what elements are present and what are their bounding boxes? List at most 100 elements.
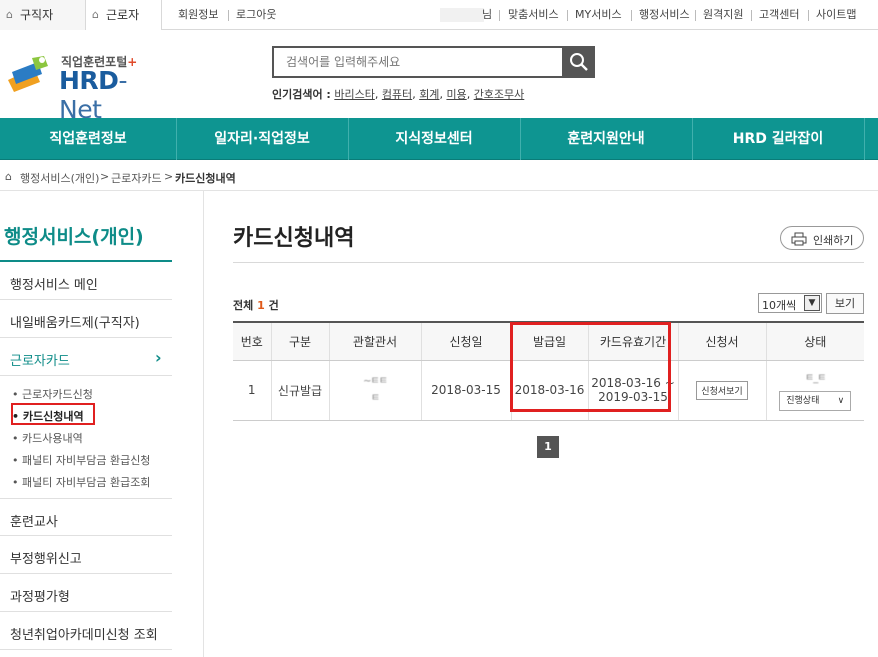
nav-jobs-info[interactable]: 일자리·직업정보 bbox=[176, 118, 348, 160]
status-select-value: 진행상태 bbox=[786, 395, 820, 406]
divider bbox=[631, 10, 632, 21]
subnav-card-apply[interactable]: • 근로자카드신청 bbox=[12, 386, 93, 402]
chevron-down-icon: ∨ bbox=[837, 395, 845, 406]
header-form: 신청서 bbox=[678, 322, 767, 361]
main-navigation: 직업훈련정보 일자리·직업정보 지식정보센터 훈련지원안내 HRD 길라잡이 bbox=[0, 118, 878, 160]
sitemap-link[interactable]: 사이트맵 bbox=[816, 8, 856, 22]
breadcrumb-item[interactable]: 행정서비스(개인) bbox=[20, 170, 99, 186]
search-button[interactable] bbox=[563, 46, 595, 78]
view-button[interactable]: 보기 bbox=[826, 293, 864, 314]
admin-service-link[interactable]: 행정서비스 bbox=[639, 8, 690, 22]
keyword-link[interactable]: 회계 bbox=[419, 88, 439, 101]
keyword-link[interactable]: 컴퓨터 bbox=[382, 88, 412, 101]
page-number[interactable]: 1 bbox=[537, 436, 559, 458]
total-number: 1 bbox=[257, 299, 265, 312]
search-box bbox=[272, 46, 564, 78]
chevron-right-icon: > bbox=[164, 170, 174, 183]
breadcrumb: ⌂ 행정서비스(개인) > 근로자카드 > 카드신청내역 bbox=[0, 161, 878, 191]
keyword-link[interactable]: 미용 bbox=[446, 88, 466, 101]
status-text-redacted: ㅌ_ㅌ bbox=[805, 372, 826, 384]
sidebar-item-label: 청년취업아카데미신청 조회 bbox=[10, 628, 158, 643]
breadcrumb-item[interactable]: 근로자카드 bbox=[111, 170, 162, 186]
nav-hrd-guide[interactable]: HRD 길라잡이 bbox=[692, 118, 864, 160]
office-redacted-line2: ㅌ bbox=[370, 393, 380, 404]
subnav-label: 카드사용내역 bbox=[22, 432, 83, 445]
nav-training-info[interactable]: 직업훈련정보 bbox=[0, 118, 176, 160]
subnav-label: 패널티 자비부담금 환급신청 bbox=[22, 454, 151, 467]
header-no: 번호 bbox=[233, 322, 272, 361]
cell-status: ㅌ_ㅌ 진행상태 ∨ bbox=[766, 360, 864, 421]
divider bbox=[808, 10, 809, 21]
sidebar-item-worker-card[interactable]: 근로자카드 › bbox=[0, 338, 172, 376]
my-service-link[interactable]: MY서비스 bbox=[575, 8, 622, 22]
sidebar-item-fraud-report[interactable]: 부정행위신고 bbox=[0, 536, 172, 574]
tab-worker[interactable]: ⌂ 근로자 bbox=[86, 0, 162, 30]
per-page-value: 10개씩 bbox=[762, 299, 797, 312]
header-apply-date: 신청일 bbox=[421, 322, 512, 361]
logout-link[interactable]: 로그아웃 bbox=[236, 8, 276, 22]
custom-service-link[interactable]: 맞춤서비스 bbox=[508, 8, 559, 22]
divider bbox=[499, 10, 500, 21]
tab-worker-label: 근로자 bbox=[106, 8, 140, 22]
header-status: 상태 bbox=[766, 322, 864, 361]
breadcrumb-current: 카드신청내역 bbox=[175, 172, 236, 185]
cell-apply-date: 2018-03-15 bbox=[421, 360, 512, 421]
divider bbox=[233, 262, 864, 263]
name-suffix: 님 bbox=[482, 8, 493, 21]
divider bbox=[695, 10, 696, 21]
sidebar-item-label: 내일배움카드제(구직자) bbox=[10, 316, 140, 331]
sidebar-item-trainer[interactable]: 훈련교사 bbox=[0, 498, 172, 536]
sidebar-title: 행정서비스(개인) bbox=[4, 226, 144, 248]
customer-center-link[interactable]: 고객센터 bbox=[759, 8, 799, 22]
status-select[interactable]: 진행상태 ∨ bbox=[779, 390, 852, 411]
highlight-box bbox=[11, 403, 95, 425]
tab-jobseeker-label: 구직자 bbox=[20, 8, 54, 22]
subnav-penalty-refund-apply[interactable]: • 패널티 자비부담금 환급신청 bbox=[12, 452, 150, 468]
cell-no: 1 bbox=[233, 360, 272, 421]
subnav-card-usage[interactable]: • 카드사용내역 bbox=[12, 430, 83, 446]
print-button[interactable]: 인쇄하기 bbox=[780, 226, 864, 250]
keyword-link[interactable]: 바리스타 bbox=[334, 88, 374, 101]
home-icon: ⌂ bbox=[6, 8, 13, 21]
hrd-net-logo[interactable]: 직업훈련포털+ HRD-Net bbox=[4, 50, 164, 124]
sidebar-item-youth-academy[interactable]: 청년취업아카데미신청 조회 bbox=[0, 612, 172, 650]
cell-form: 신청서보기 bbox=[678, 360, 767, 421]
subnav-label: 근로자카드신청 bbox=[22, 388, 93, 401]
view-form-button[interactable]: 신청서보기 bbox=[696, 380, 748, 400]
per-page-select[interactable]: 10개씩 ▼ bbox=[758, 293, 822, 313]
nav-training-support[interactable]: 훈련지원안내 bbox=[520, 118, 692, 160]
cell-office: ~ㅌㅌ ㅌ bbox=[329, 360, 422, 421]
chevron-right-icon: › bbox=[155, 348, 162, 367]
header-office: 관할관서 bbox=[329, 322, 422, 361]
keyword-link[interactable]: 간호조무사 bbox=[474, 88, 525, 101]
sidebar-item-label: 근로자카드 bbox=[10, 354, 70, 369]
sidebar-item-admin-main[interactable]: 행정서비스 메인 bbox=[0, 262, 172, 300]
subnav-penalty-refund-inquiry[interactable]: • 패널티 자비부담금 환급조회 bbox=[12, 474, 150, 490]
sidebar-item-label: 행정서비스 메인 bbox=[10, 278, 98, 293]
total-count: 전체 1 건 bbox=[233, 297, 279, 313]
divider bbox=[228, 10, 229, 21]
divider bbox=[751, 10, 752, 21]
sidebar-item-course-eval[interactable]: 과정평가형 bbox=[0, 574, 172, 612]
divider bbox=[864, 118, 865, 160]
top-bar: ⌂ 구직자 ⌂ 근로자 회원정보 로그아웃 님 맞춤서비스 MY서비스 행정서비… bbox=[0, 0, 878, 30]
sidebar-item-label: 부정행위신고 bbox=[10, 552, 82, 567]
cell-type: 신규발급 bbox=[271, 360, 330, 421]
total-unit: 건 bbox=[268, 299, 279, 312]
remote-support-link[interactable]: 원격지원 bbox=[703, 8, 743, 22]
popular-keywords: 인기검색어 : 바리스타, 컴퓨터, 회계, 미용, 간호조무사 bbox=[272, 88, 525, 101]
sidebar-item-label: 과정평가형 bbox=[10, 590, 70, 605]
total-label: 전체 bbox=[233, 299, 254, 312]
nav-knowledge-center[interactable]: 지식정보센터 bbox=[348, 118, 520, 160]
chevron-down-icon: ▼ bbox=[804, 295, 820, 311]
divider bbox=[203, 191, 204, 657]
chevron-right-icon: > bbox=[100, 170, 110, 183]
home-icon[interactable]: ⌂ bbox=[5, 170, 12, 183]
search-input[interactable] bbox=[286, 54, 556, 70]
search-icon bbox=[570, 53, 588, 71]
member-info-link[interactable]: 회원정보 bbox=[178, 8, 218, 22]
tab-jobseeker[interactable]: ⌂ 구직자 bbox=[0, 0, 86, 30]
sidebar-item-tomorrow-card[interactable]: 내일배움카드제(구직자) bbox=[0, 300, 172, 338]
office-redacted-line1: ~ㅌㅌ bbox=[363, 376, 388, 387]
logo-title: HRD-Net bbox=[59, 66, 164, 124]
